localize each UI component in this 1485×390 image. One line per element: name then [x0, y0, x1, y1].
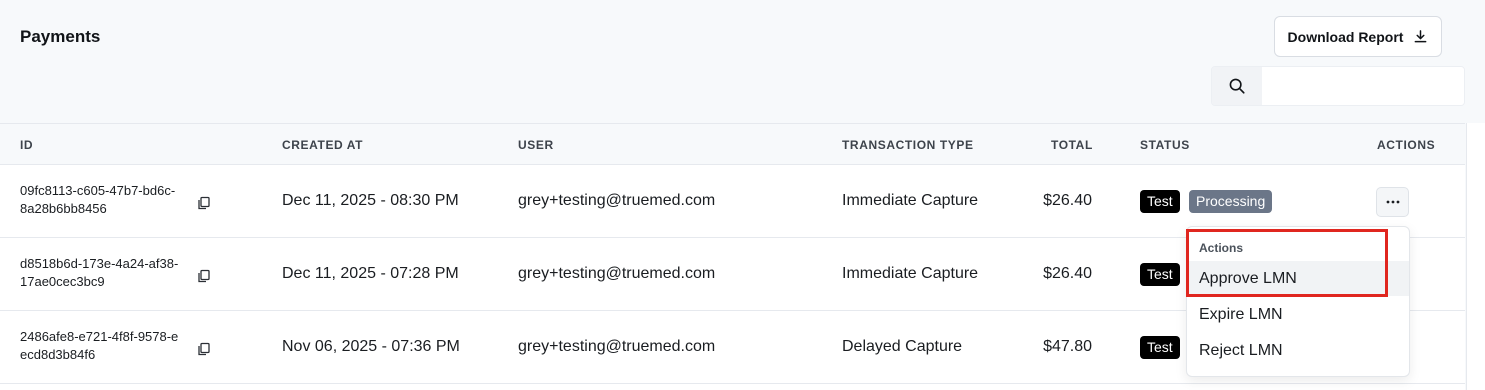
- actions-menu-label: Actions: [1199, 241, 1244, 255]
- more-horizontal-icon: [1386, 200, 1399, 204]
- copy-icon[interactable]: [197, 342, 211, 356]
- test-badge: Test: [1140, 336, 1180, 359]
- header-status: STATUS: [1140, 138, 1190, 152]
- header-user: USER: [518, 138, 554, 152]
- total-amount: $26.40: [1043, 265, 1092, 282]
- download-report-button[interactable]: Download Report: [1274, 16, 1442, 57]
- page-title: Payments: [20, 27, 101, 46]
- payment-id: 2486afe8-e721-4f8f-9578-eecd8d3b84f6: [20, 329, 179, 362]
- search-icon[interactable]: [1212, 67, 1262, 105]
- download-icon: [1415, 30, 1427, 43]
- menu-item-expire-lmn[interactable]: Expire LMN: [1187, 297, 1409, 332]
- payment-id: d8518b6d-173e-4a24-af38-17ae0cec3bc9: [20, 256, 179, 289]
- menu-item-reject-lmn[interactable]: Reject LMN: [1187, 333, 1409, 368]
- copy-icon[interactable]: [197, 196, 211, 210]
- actions-dropdown-menu: Actions Approve LMN Expire LMN Reject LM…: [1186, 226, 1410, 377]
- header-id: ID: [20, 138, 34, 152]
- header-actions: ACTIONS: [1377, 138, 1436, 152]
- transaction-type: Delayed Capture: [842, 338, 963, 355]
- test-badge: Test: [1140, 263, 1180, 286]
- header-created-at: CREATED AT: [282, 138, 364, 152]
- vertical-scrollbar[interactable]: [1466, 123, 1485, 390]
- payments-page: Payments Download Report ID CREATED AT U…: [0, 0, 1485, 390]
- transaction-type: Immediate Capture: [842, 265, 979, 282]
- copy-icon[interactable]: [197, 269, 211, 283]
- status-badge: Processing: [1189, 190, 1273, 213]
- created-at: Dec 11, 2025 - 08:30 PM: [282, 192, 459, 209]
- user-email: grey+testing@truemed.com: [518, 192, 716, 209]
- created-at: Nov 06, 2025 - 07:36 PM: [282, 338, 460, 355]
- transaction-type: Immediate Capture: [842, 192, 979, 209]
- table-header: ID CREATED AT USER TRANSACTION TYPE TOTA…: [0, 124, 1465, 165]
- user-email: grey+testing@truemed.com: [518, 338, 716, 355]
- search-input[interactable]: [1262, 67, 1464, 105]
- total-amount: $26.40: [1043, 192, 1092, 209]
- created-at: Dec 11, 2025 - 07:28 PM: [282, 265, 459, 282]
- download-report-label: Download Report: [1287, 28, 1404, 45]
- row-actions-button[interactable]: [1376, 187, 1409, 217]
- total-amount: $47.80: [1043, 338, 1092, 355]
- header-transaction-type: TRANSACTION TYPE: [842, 138, 974, 152]
- test-badge: Test: [1140, 190, 1180, 213]
- header-total: TOTAL: [1051, 138, 1093, 152]
- search-bar: [1211, 66, 1465, 106]
- payment-id: 09fc8113-c605-47b7-bd6c-8a28b6bb8456: [20, 183, 176, 216]
- menu-item-approve-lmn[interactable]: Approve LMN: [1187, 261, 1409, 296]
- user-email: grey+testing@truemed.com: [518, 265, 716, 282]
